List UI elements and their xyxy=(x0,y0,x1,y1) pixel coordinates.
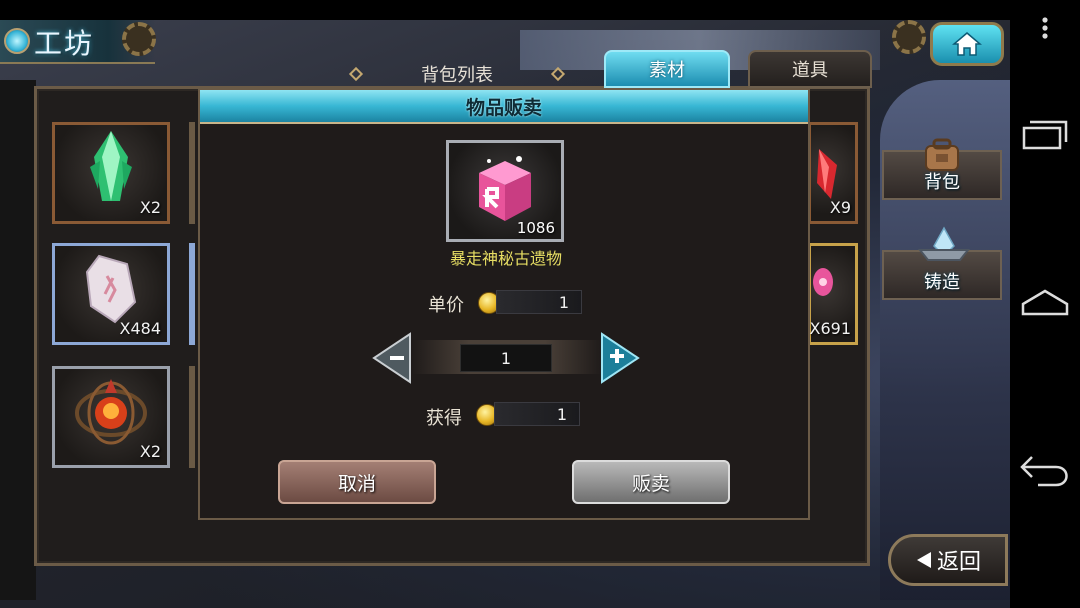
dialog-title: 物品贩卖 xyxy=(465,96,542,119)
cancel-button-label: 取消 xyxy=(337,472,376,495)
tab-label: 道具 xyxy=(792,60,828,81)
forge-button[interactable]: 铸造 xyxy=(882,226,1002,300)
quantity-input[interactable]: 1 xyxy=(460,344,552,372)
item-quantity: X9 xyxy=(829,198,851,217)
inventory-slot[interactable]: X691 xyxy=(808,243,858,345)
green-crystal-icon xyxy=(76,127,146,211)
gear-ornament-icon xyxy=(892,20,926,54)
inventory-slot-edge xyxy=(189,243,195,345)
item-count: 1086 xyxy=(516,219,555,237)
home-icon xyxy=(952,32,982,56)
back-icon xyxy=(1020,456,1068,487)
item-quantity: X2 xyxy=(139,198,161,217)
inventory-slot-edge xyxy=(189,366,195,468)
item-name: 暴走神秘古遗物 xyxy=(449,249,562,268)
selected-item-slot: 1086 xyxy=(446,140,564,242)
inventory-slot[interactable]: X9 xyxy=(808,122,858,224)
overflow-menu-button[interactable] xyxy=(1010,6,1080,50)
home-button[interactable] xyxy=(930,22,1004,66)
sell-button-label: 贩卖 xyxy=(631,472,670,495)
cancel-button[interactable]: 取消 xyxy=(278,460,436,504)
inventory-slot[interactable]: X484 xyxy=(52,243,170,345)
back-label: 返回 xyxy=(936,550,981,575)
pink-ribbon-icon xyxy=(813,268,833,296)
diamond-ornament-icon xyxy=(550,66,566,82)
dialog-title-bar: 物品贩卖 xyxy=(200,90,808,124)
diamond-ornament-icon xyxy=(348,66,364,82)
inventory-slot[interactable]: X2 xyxy=(52,122,170,224)
inventory-slot[interactable]: X2 xyxy=(52,366,170,468)
item-quantity: X484 xyxy=(119,319,162,338)
inventory-slot-edge xyxy=(189,122,195,224)
earn-value: 1 xyxy=(494,402,580,426)
sell-item-dialog: 物品贩卖 1086 暴走神秘古遗物 单价 1 1 获得 1 取消 贩卖 xyxy=(198,88,810,520)
tab-label: 素材 xyxy=(649,60,685,81)
unit-price-value: 1 xyxy=(496,290,582,314)
more-vertical-icon xyxy=(1042,17,1048,39)
tab-materials[interactable]: 素材 xyxy=(604,50,730,88)
recent-apps-icon xyxy=(1022,120,1068,150)
page-title: 工坊 xyxy=(34,27,95,60)
home-system-button[interactable] xyxy=(1010,272,1080,332)
pink-relic-box-icon xyxy=(479,156,531,221)
crystal-anvil-icon xyxy=(917,226,971,261)
backpack-list-title: 背包列表 xyxy=(421,65,493,86)
gem-ornament-icon xyxy=(4,28,30,54)
earn-label: 获得 xyxy=(426,408,462,429)
backpack-button[interactable]: 背包 xyxy=(882,138,1002,200)
background-shelf xyxy=(0,80,36,600)
item-quantity: X2 xyxy=(139,442,161,461)
forge-label: 铸造 xyxy=(924,272,960,293)
back-button[interactable]: 返回 xyxy=(888,534,1008,586)
item-quantity: X691 xyxy=(809,319,852,338)
minus-icon xyxy=(390,356,404,360)
tab-items[interactable]: 道具 xyxy=(748,50,872,88)
gear-ornament-icon xyxy=(122,22,156,56)
home-outline-icon xyxy=(1021,289,1069,316)
system-nav-bar xyxy=(1010,0,1080,608)
backpack-list-header: 背包列表 xyxy=(312,60,602,88)
system-back-button[interactable] xyxy=(1010,440,1080,500)
sell-button[interactable]: 贩卖 xyxy=(572,460,730,504)
unit-price-label: 单价 xyxy=(428,295,464,316)
status-strip xyxy=(0,0,1010,20)
increase-button[interactable] xyxy=(600,332,640,384)
back-arrow-icon xyxy=(916,552,931,568)
decrease-button[interactable] xyxy=(372,332,412,384)
red-crystal-icon xyxy=(817,149,837,199)
recent-apps-button[interactable] xyxy=(1010,104,1080,164)
backpack-icon xyxy=(925,138,959,171)
